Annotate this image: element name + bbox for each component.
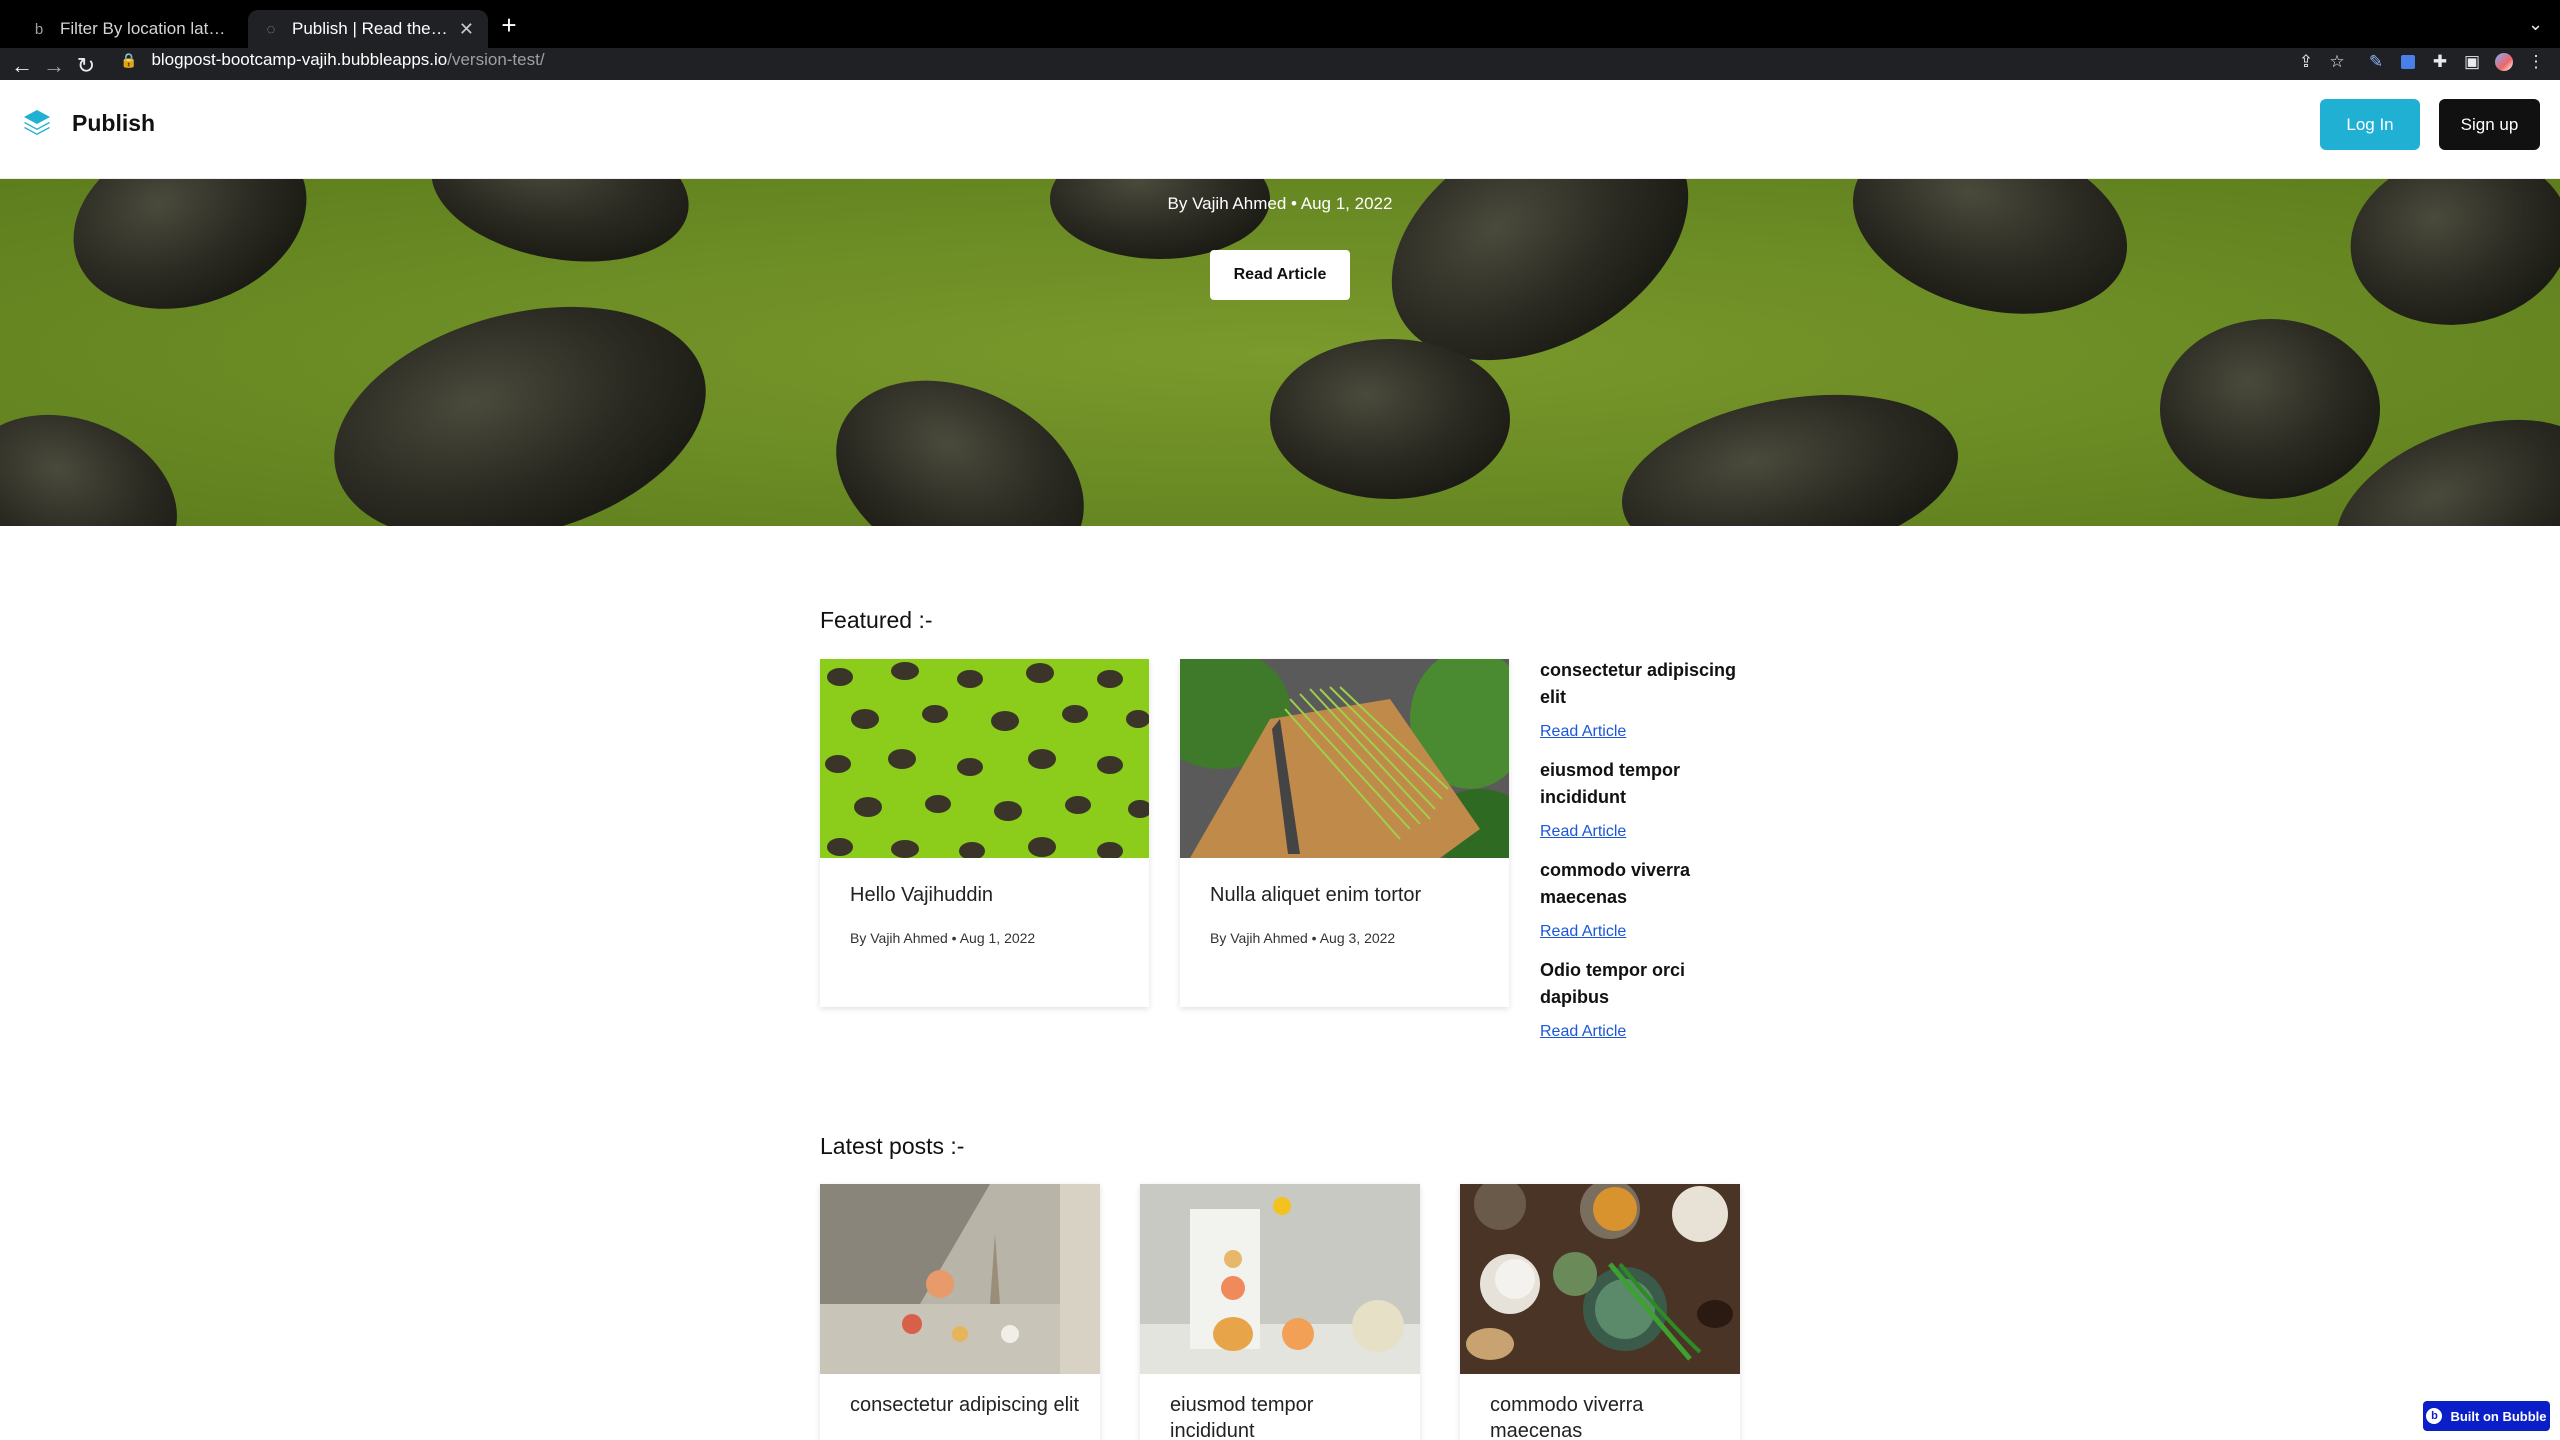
chives-cutting-board-image (1180, 659, 1509, 858)
address-bar[interactable]: 🔒 blogpost-bootcamp-vajih.bubbleapps.io /… (108, 44, 2378, 76)
puzzle-icon[interactable]: ✚ (2426, 48, 2454, 76)
forward-icon[interactable]: → (36, 48, 72, 84)
fruit-block-image (1140, 1184, 1420, 1374)
site-name[interactable]: Publish (72, 110, 155, 137)
badge-label: Built on Bubble (2450, 1408, 2547, 1424)
avocado-image (820, 659, 1149, 858)
side-article-title: consectetur adipiscing elit (1540, 660, 1737, 707)
avocado-background-image (0, 179, 2560, 526)
tab-title: Filter By location lat and lon - Bu (60, 19, 230, 38)
featured-section-title: Featured :- (820, 607, 933, 633)
reload-icon[interactable]: ↻ (68, 48, 104, 84)
latest-card[interactable]: eiusmod tempor incididunt (1140, 1184, 1420, 1440)
browser-tab-strip: b Filter By location lat and lon - Bu ◌ … (0, 0, 2560, 48)
close-tab-icon[interactable]: ✕ (459, 19, 474, 40)
featured-card[interactable]: Hello Vajihuddin By Vajih Ahmed • Aug 1,… (820, 659, 1149, 1007)
share-icon[interactable]: ⇪ (2292, 48, 2320, 76)
tab-filter-by-location[interactable]: b Filter By location lat and lon - Bu (16, 10, 244, 48)
page-content: Publish Log In Sign up By Vajih Ahmed • … (0, 80, 2560, 1440)
built-on-bubble-badge[interactable]: b Built on Bubble (2423, 1401, 2550, 1431)
extension-icon[interactable] (2394, 48, 2422, 76)
sidebar-icon[interactable]: ▣ (2458, 48, 2486, 76)
site-header: Publish Log In Sign up (0, 80, 2560, 179)
bubble-logo-icon: b (2426, 1408, 2443, 1424)
featured-card[interactable]: Nulla aliquet enim tortor By Vajih Ahmed… (1180, 659, 1509, 1007)
signup-button[interactable]: Sign up (2439, 99, 2540, 150)
card-title: Hello Vajihuddin (850, 884, 994, 906)
url-path: /version-test/ (447, 50, 545, 69)
hero-banner: By Vajih Ahmed • Aug 1, 2022 Read Articl… (0, 179, 2560, 526)
tab-publish[interactable]: ◌ Publish | Read the best articles ✕ (248, 10, 488, 48)
card-meta: By Vajih Ahmed • Aug 3, 2022 (1210, 930, 1396, 946)
tab-title: Publish | Read the best articles (292, 19, 449, 38)
latest-card[interactable]: commodo viverra maecenas (1460, 1184, 1740, 1440)
profile-icon[interactable] (2490, 48, 2518, 76)
page-favicon-icon: ◌ (266, 20, 276, 38)
hero-byline: By Vajih Ahmed • Aug 1, 2022 (1167, 194, 1393, 213)
login-button[interactable]: Log In (2320, 99, 2420, 150)
side-read-article-link[interactable]: Read Article (1540, 923, 1626, 941)
side-read-article-link[interactable]: Read Article (1540, 1023, 1626, 1041)
spice-bowls-image (1460, 1184, 1740, 1374)
chevron-down-icon[interactable]: ⌄ (2528, 14, 2543, 35)
still-life-image (820, 1184, 1100, 1374)
side-article-title: eiusmod tempor incididunt (1540, 760, 1681, 807)
side-article-title: commodo viverra maecenas (1540, 860, 1691, 907)
side-article-title: Odio tempor orci dapibus (1540, 960, 1686, 1007)
new-tab-button[interactable]: + (498, 12, 520, 38)
pen-extension-icon[interactable]: ✎ (2362, 48, 2390, 76)
back-icon[interactable]: ← (4, 48, 40, 84)
latest-card[interactable]: consectetur adipiscing elit (820, 1184, 1100, 1440)
hero-read-article-button[interactable]: Read Article (1210, 250, 1350, 300)
card-title: eiusmod tempor incididunt (1170, 1394, 1314, 1440)
latest-section-title: Latest posts :- (820, 1133, 965, 1159)
menu-icon[interactable]: ⋮ (2522, 48, 2550, 76)
card-meta: By Vajih Ahmed • Aug 1, 2022 (850, 930, 1036, 946)
side-read-article-link[interactable]: Read Article (1540, 723, 1626, 741)
card-title: consectetur adipiscing elit (850, 1394, 1080, 1416)
card-title: Nulla aliquet enim tortor (1210, 884, 1422, 906)
bubble-favicon-icon: b (34, 20, 44, 38)
star-icon[interactable]: ☆ (2323, 48, 2351, 76)
card-title: commodo viverra maecenas (1490, 1394, 1644, 1440)
url-host: blogpost-bootcamp-vajih.bubbleapps.io (151, 50, 448, 69)
lock-icon[interactable]: 🔒 (120, 52, 137, 69)
side-read-article-link[interactable]: Read Article (1540, 823, 1626, 841)
logo-layers-icon[interactable] (22, 108, 52, 138)
